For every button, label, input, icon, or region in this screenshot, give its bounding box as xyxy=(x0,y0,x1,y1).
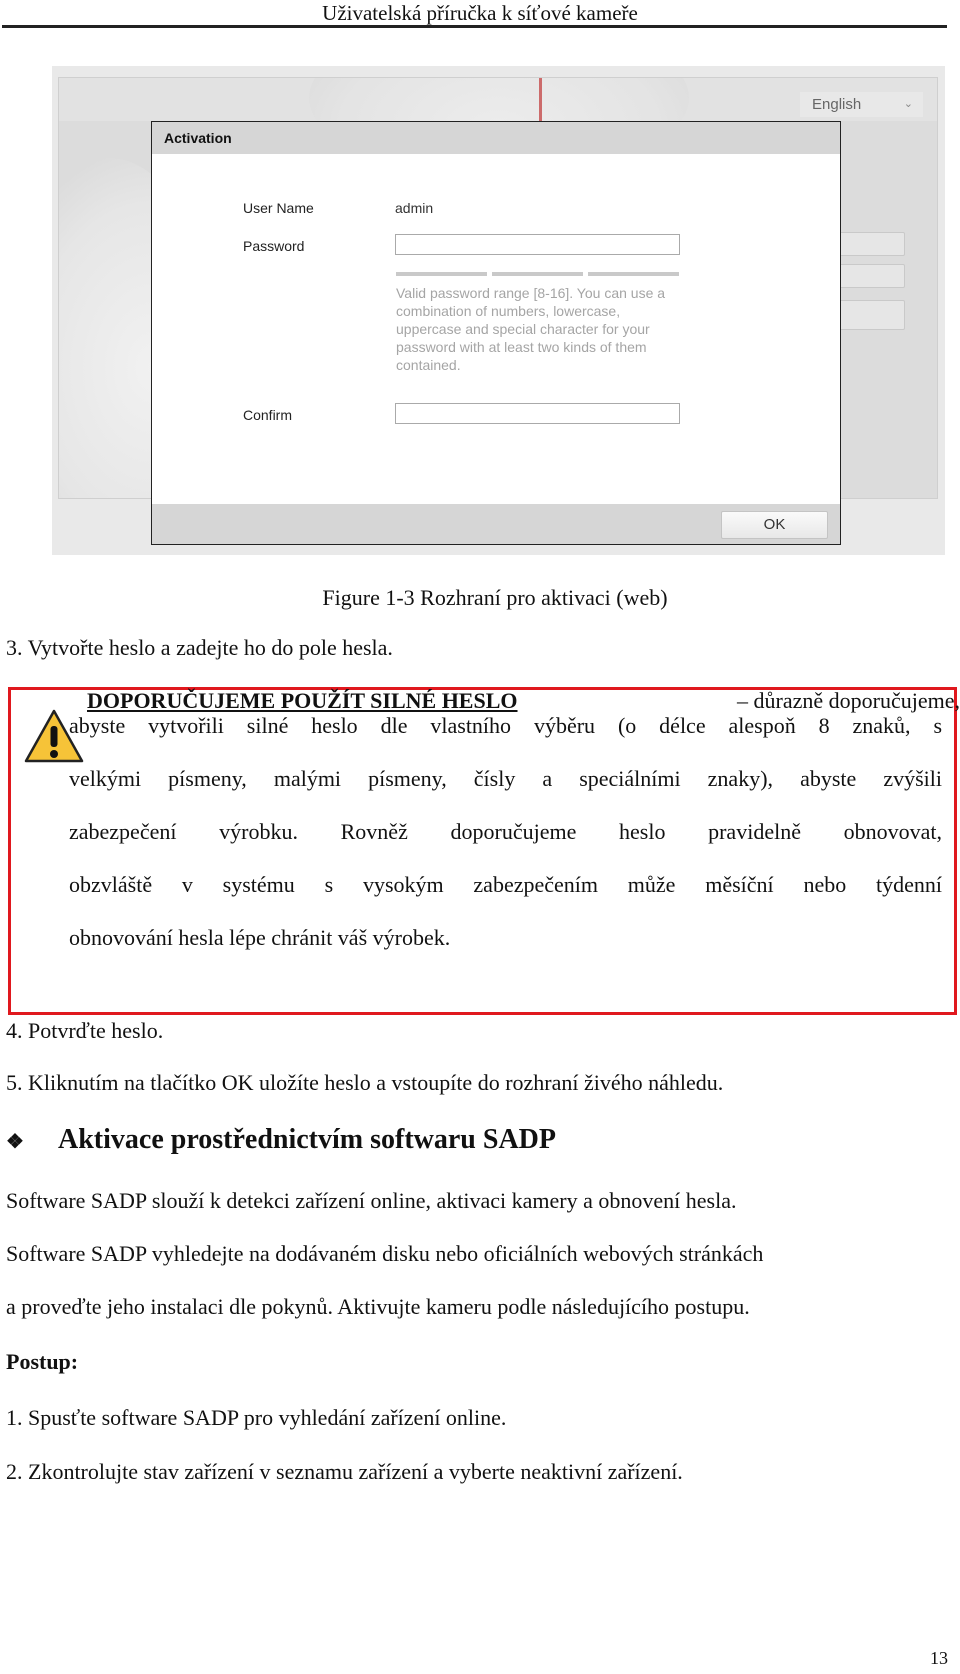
ok-button[interactable]: OK xyxy=(721,511,828,539)
step-3: 3. Vytvořte heslo a zadejte ho do pole h… xyxy=(6,635,393,660)
warning-title: DOPORUČUJEME POUŽÍT SILNÉ HESLO xyxy=(87,688,518,713)
password-hint: Valid password range [8-16]. You can use… xyxy=(396,284,686,374)
diamond-bullet-icon: ❖ xyxy=(6,1131,24,1154)
figure-caption: Figure 1-3 Rozhraní pro aktivaci (web) xyxy=(322,585,668,610)
password-strength-bar xyxy=(492,272,583,276)
activation-dialog: Activation User Name admin Password Vali… xyxy=(151,121,841,545)
warning-line: obnovování hesla lépe chránit váš výrobe… xyxy=(69,925,451,950)
user-name-value: admin xyxy=(395,200,434,216)
header-rule xyxy=(2,25,947,28)
warning-box: DOPORUČUJEME POUŽÍT SILNÉ HESLO – důrazn… xyxy=(8,687,960,1015)
warning-line: zabezpečení výrobku. Rovněž doporučujeme… xyxy=(69,819,942,844)
red-divider xyxy=(539,78,542,121)
language-select[interactable]: English ⌄ xyxy=(800,92,923,117)
page-number: 13 xyxy=(930,1648,948,1668)
hint-line: contained. xyxy=(396,357,461,373)
hint-line: uppercase and special character for your xyxy=(396,321,650,337)
warning-first-line: DOPORUČUJEME POUŽÍT SILNÉ HESLO – důrazn… xyxy=(87,688,960,714)
activation-screenshot: English ⌄ Activation User Name admin Pas… xyxy=(52,66,945,555)
procedure-step: 1. Spusťte software SADP pro vyhledání z… xyxy=(6,1405,507,1430)
warning-line: obzvláště v systému s vysokým zabezpečen… xyxy=(69,872,942,897)
warning-line: velkými písmeny, malými písmeny, čísly a… xyxy=(69,766,942,791)
language-select-value: English xyxy=(812,96,862,113)
dialog-footer: OK xyxy=(152,504,840,544)
confirm-input[interactable] xyxy=(395,403,680,424)
step-4: 4. Potvrďte heslo. xyxy=(6,1018,164,1043)
warning-line: abyste vytvořili silné heslo dle vlastní… xyxy=(69,713,942,738)
password-input[interactable] xyxy=(395,234,680,255)
step-5: 5. Kliknutím na tlačítko OK uložíte hesl… xyxy=(6,1070,724,1095)
dialog-title-bar: Activation xyxy=(152,122,840,154)
confirm-label: Confirm xyxy=(243,407,293,423)
password-strength-bar xyxy=(588,272,679,276)
hint-line: Valid password range [8-16]. You can use… xyxy=(396,285,666,301)
procedure-step: 2. Zkontrolujte stav zařízení v seznamu … xyxy=(6,1459,683,1484)
chevron-down-icon: ⌄ xyxy=(903,98,913,110)
password-label: Password xyxy=(243,238,305,254)
paragraph-line: Software SADP vyhledejte na dodávaném di… xyxy=(6,1241,764,1266)
running-header: Uživatelská příručka k síťové kameře xyxy=(322,1,638,25)
section-heading-text: Aktivace prostřednictvím softwaru SADP xyxy=(58,1124,556,1155)
paragraph-line: a proveďte jeho instalaci dle pokynů. Ak… xyxy=(6,1294,750,1319)
dialog-title: Activation xyxy=(164,130,232,146)
section-heading: ❖ Aktivace prostřednictvím softwaru SADP xyxy=(6,1124,556,1156)
hint-line: password with at least two kinds of them xyxy=(396,339,647,355)
procedure-label: Postup: xyxy=(6,1349,79,1374)
warning-first-line-rest: – důrazně doporučujeme, xyxy=(737,688,960,713)
password-strength-bar xyxy=(396,272,487,276)
user-name-label: User Name xyxy=(243,200,314,216)
hint-line: combination of numbers, lowercase, xyxy=(396,303,621,319)
paragraph-line: Software SADP slouží k detekci zařízení … xyxy=(6,1188,737,1213)
